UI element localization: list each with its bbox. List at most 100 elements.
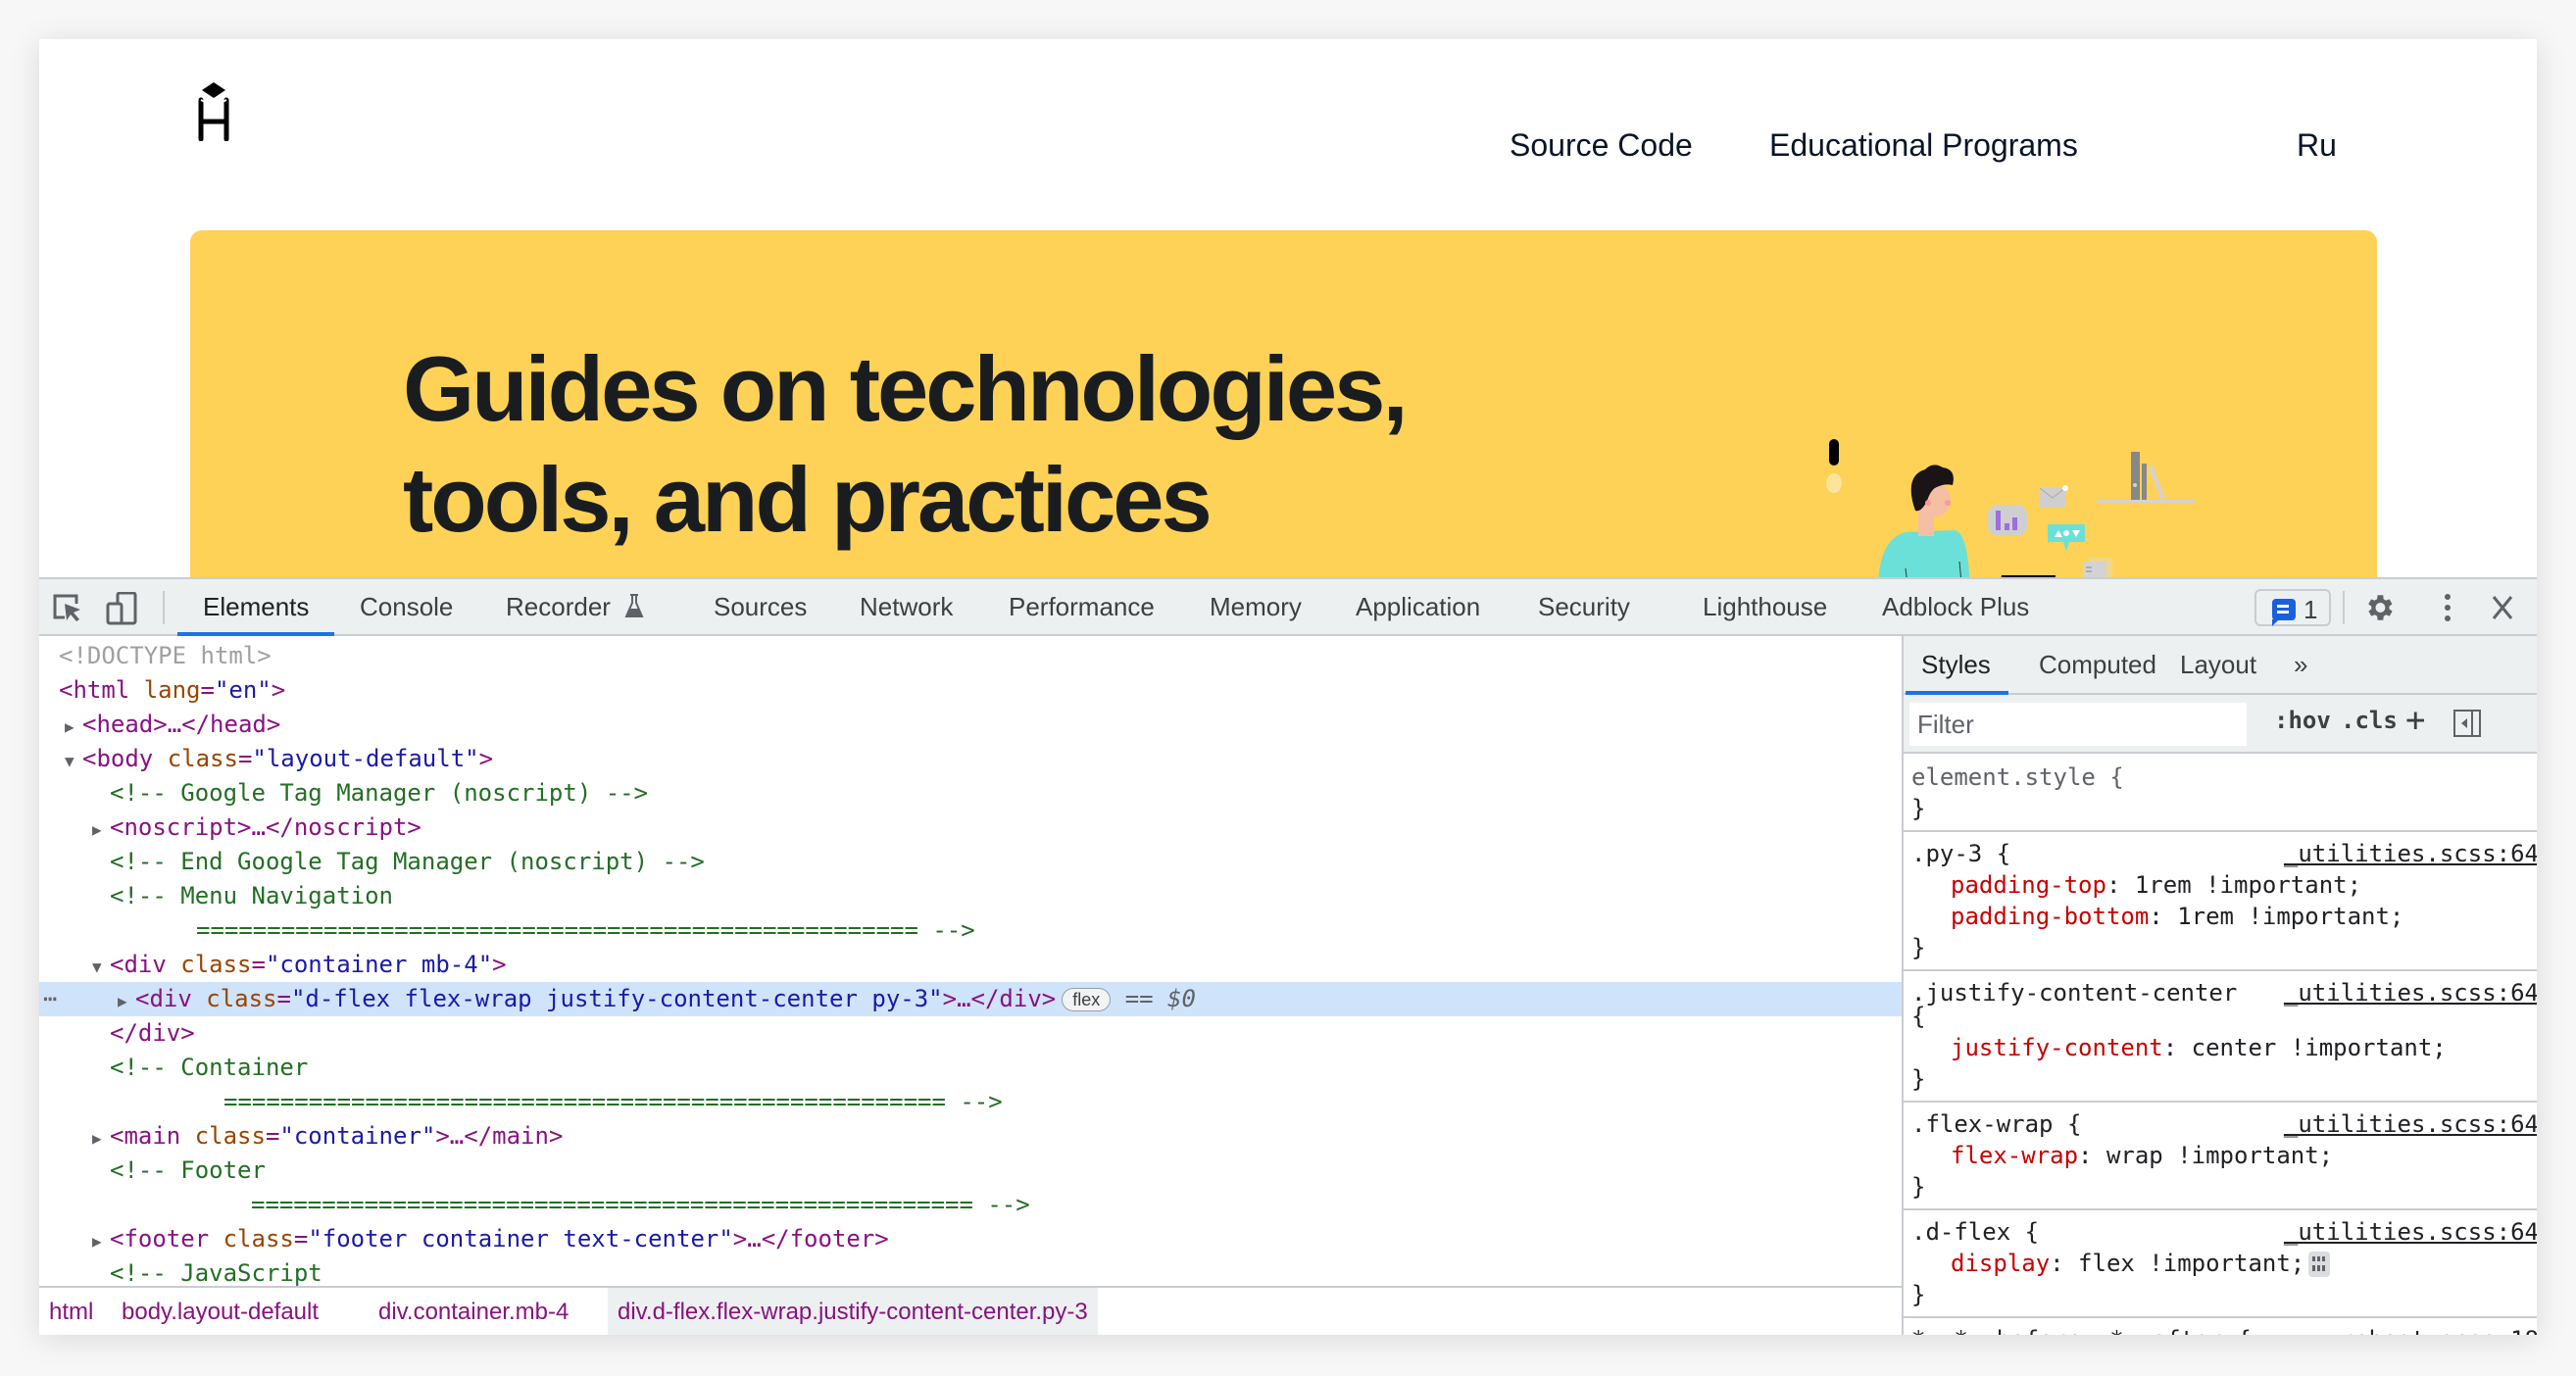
expand-triangle-icon[interactable]: ▶ — [92, 812, 110, 847]
tab-security[interactable]: Security — [1538, 579, 1630, 634]
issues-button[interactable]: 1 — [2254, 589, 2331, 626]
nav-source-code[interactable]: Source Code — [1510, 127, 1693, 164]
dom-comment-container[interactable]: <!-- Container — [39, 1051, 1902, 1085]
tab-application[interactable]: Application — [1356, 579, 1480, 634]
rule-source-link[interactable]: _utilities.scss:64 — [2284, 1216, 2537, 1248]
tab-layout[interactable]: Layout — [2180, 636, 2256, 693]
style-rule-py-3: .py-3 { _utilities.scss:64 padding-top: … — [1904, 832, 2537, 971]
tab-recorder[interactable]: Recorder — [506, 579, 645, 634]
dom-comment-gtm-end[interactable]: <!-- End Google Tag Manager (noscript) -… — [39, 845, 1902, 879]
dom-node-selected-div[interactable]: ⋯ ▶ <div class="d-flex flex-wrap justify-c… — [39, 982, 1902, 1016]
nav-educational-programs[interactable]: Educational Programs — [1769, 127, 2078, 164]
cls-toggle[interactable]: .cls — [2341, 707, 2398, 734]
styles-pane: Styles Computed Layout » :hov .cls + ele… — [1902, 636, 2537, 1335]
dom-comment-gtm[interactable]: <!-- Google Tag Manager (noscript) --> — [39, 776, 1902, 811]
dom-comment-javascript[interactable]: <!-- JavaScript — [39, 1256, 1902, 1286]
expand-triangle-icon[interactable]: ▶ — [92, 1224, 110, 1258]
breadcrumb-div-selected[interactable]: div.d-flex.flex-wrap.justify-content-cen… — [608, 1288, 1098, 1335]
issues-icon — [2272, 599, 2296, 626]
dom-comment-menu[interactable]: <!-- Menu Navigation — [39, 879, 1902, 913]
breadcrumb-html[interactable]: html — [39, 1288, 103, 1335]
rule-selector[interactable]: .flex-wrap { — [1911, 1108, 2081, 1140]
chart-bubble-icon — [1988, 505, 2027, 536]
flexbox-editor-icon[interactable] — [2308, 1252, 2331, 1277]
rule-selector[interactable]: .py-3 { — [1911, 838, 2010, 869]
styles-filter-bar: :hov .cls + — [1904, 695, 2537, 754]
tab-memory[interactable]: Memory — [1210, 579, 1302, 634]
tab-network[interactable]: Network — [860, 579, 953, 634]
rule-source-link[interactable]: _utilities.scss:64 — [2284, 838, 2537, 869]
styles-filter-input[interactable] — [1909, 703, 2247, 746]
rule-selector[interactable]: element.style { — [1911, 763, 2124, 791]
dom-node-doctype[interactable]: <!DOCTYPE html> — [39, 639, 1902, 673]
breadcrumb-div-container[interactable]: div.container.mb-4 — [369, 1288, 578, 1335]
new-style-rule-icon[interactable]: + — [2405, 701, 2425, 740]
more-options-icon[interactable] — [2431, 592, 2464, 623]
expand-triangle-icon[interactable]: ▶ — [118, 984, 135, 1018]
flask-icon — [624, 594, 644, 617]
style-property[interactable]: padding-top: 1rem !important; — [1951, 869, 2361, 901]
node-actions-dots-icon[interactable]: ⋯ — [43, 982, 57, 1016]
style-property[interactable]: flex-wrap: wrap !important; — [1951, 1140, 2333, 1171]
collapse-triangle-icon[interactable]: ▼ — [92, 950, 110, 984]
inspect-element-icon[interactable] — [51, 592, 84, 623]
browser-window: Source Code Educational Programs Ru Guid… — [39, 39, 2537, 1335]
rule-selector[interactable]: .justify-content-center — [1911, 977, 2237, 1008]
toggle-sidebar-icon[interactable] — [2452, 709, 2482, 743]
tab-performance[interactable]: Performance — [1009, 579, 1155, 634]
graduation-cap-h-icon — [198, 82, 229, 142]
collapse-triangle-icon[interactable]: ▼ — [65, 744, 82, 778]
expand-triangle-icon[interactable]: ▶ — [65, 710, 82, 744]
devtools-tab-bar: Elements Console Recorder Sources Networ… — [39, 579, 2537, 636]
dom-node-html[interactable]: <html lang="en"> — [39, 673, 1902, 708]
nav-language-ru[interactable]: Ru — [2297, 127, 2337, 164]
dom-comment-footer[interactable]: <!-- Footer — [39, 1154, 1902, 1188]
site-logo[interactable] — [196, 82, 231, 142]
hero-banner: Guides on technologies, tools, and pract… — [190, 230, 2377, 577]
style-property[interactable]: padding-bottom: 1rem !important; — [1951, 901, 2403, 932]
dom-comment-container-rule: ========================================… — [223, 1088, 1003, 1115]
selected-ref: == $0 — [1124, 985, 1196, 1012]
expand-triangle-icon[interactable]: ▶ — [92, 1121, 110, 1155]
tab-computed[interactable]: Computed — [2039, 636, 2156, 693]
tab-elements[interactable]: Elements — [176, 579, 335, 636]
style-rule-reboot: *, *::before, *::after { reboot.scss:18 — [1904, 1318, 2537, 1335]
more-tabs-chevron-icon[interactable]: » — [2294, 636, 2307, 693]
sidebar-tabs: Styles Computed Layout » — [1904, 636, 2537, 695]
style-rule-element-style: element.style { } — [1904, 756, 2537, 832]
dom-node-head[interactable]: ▶ <head>…</head> — [39, 708, 1902, 742]
dom-node-footer[interactable]: ▶ <footer class="footer container text-ce… — [39, 1222, 1902, 1256]
dom-node-main[interactable]: ▶ <main class="container">…</main> — [39, 1119, 1902, 1154]
devtools-panel: Elements Console Recorder Sources Networ… — [39, 577, 2537, 1335]
rule-source-link[interactable]: _utilities.scss:64 — [2284, 977, 2537, 1008]
breadcrumb: html body.layout-default div.container.m… — [39, 1286, 1902, 1335]
issues-count: 1 — [2304, 595, 2318, 624]
device-toolbar-icon[interactable] — [106, 591, 139, 625]
dom-node-div-container[interactable]: ▼ <div class="container mb-4"> — [39, 948, 1902, 982]
mail-icon — [2039, 485, 2068, 508]
toolbar-separator-right — [2343, 591, 2345, 624]
website-viewport: Source Code Educational Programs Ru Guid… — [39, 39, 2537, 577]
settings-gear-icon[interactable] — [2362, 591, 2396, 622]
hov-toggle[interactable]: :hov — [2274, 707, 2331, 734]
flex-badge[interactable]: flex — [1062, 988, 1112, 1011]
rule-source-link[interactable]: _utilities.scss:64 — [2284, 1108, 2537, 1140]
close-icon[interactable] — [2486, 592, 2519, 623]
dom-node-div-close[interactable]: </div> — [39, 1016, 1902, 1051]
style-rule-justify-content-center: .justify-content-center _utilities.scss:… — [1904, 971, 2537, 1103]
tab-console[interactable]: Console — [360, 579, 453, 634]
tab-styles[interactable]: Styles — [1906, 636, 2008, 695]
rule-source-link[interactable]: reboot.scss:18 — [2341, 1324, 2537, 1335]
dom-node-noscript[interactable]: ▶ <noscript>…</noscript> — [39, 811, 1902, 845]
dom-node-body[interactable]: ▼ <body class="layout-default"> — [39, 742, 1902, 776]
style-property[interactable]: display: flex !important; — [1951, 1248, 2331, 1279]
lamp-icon — [1826, 439, 1842, 493]
rule-selector[interactable]: *, *::before, *::after { — [1911, 1324, 2252, 1335]
rule-selector[interactable]: .d-flex { — [1911, 1216, 2039, 1248]
tab-sources[interactable]: Sources — [714, 579, 807, 634]
style-property[interactable]: justify-content: center !important; — [1951, 1032, 2447, 1063]
message-bubble-icon — [2048, 524, 2085, 552]
tab-adblock-plus[interactable]: Adblock Plus — [1882, 579, 2029, 634]
tab-lighthouse[interactable]: Lighthouse — [1703, 579, 1827, 634]
breadcrumb-body[interactable]: body.layout-default — [112, 1288, 328, 1335]
